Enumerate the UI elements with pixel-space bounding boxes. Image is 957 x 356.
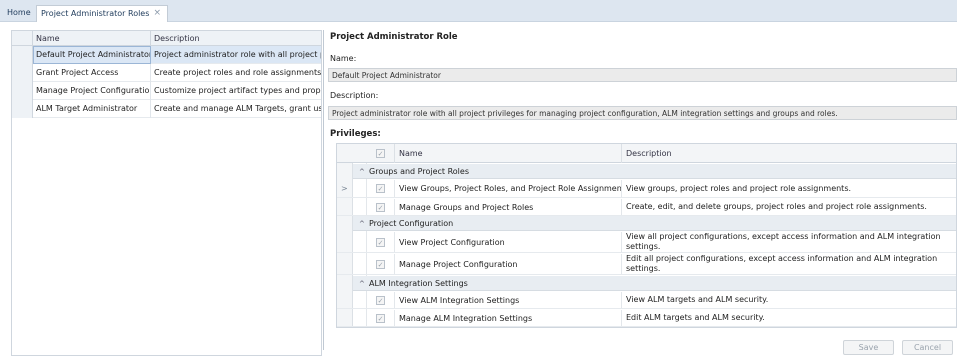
close-icon[interactable]: × — [153, 6, 161, 21]
role-description: Create and manage ALM Targets, grant use — [154, 104, 321, 113]
save-button[interactable]: Save — [843, 340, 894, 355]
privilege-description: Create, edit, and delete groups, project… — [626, 202, 927, 211]
role-name: Grant Project Access — [33, 64, 151, 82]
group-row-alm-integration-settings[interactable]: ^ ALM Integration Settings — [353, 276, 956, 292]
role-row[interactable]: ALM Target Administrator Create and mana… — [12, 100, 321, 118]
chevron-up-icon[interactable]: ^ — [359, 165, 369, 180]
tab-home[interactable]: Home — [3, 5, 35, 22]
current-row-indicator-icon: > — [341, 184, 348, 193]
detail-title: Project Administrator Role — [330, 32, 458, 42]
privilege-checkbox[interactable]: ✓ — [376, 314, 385, 323]
privilege-checkbox[interactable]: ✓ — [376, 203, 385, 212]
privilege-row[interactable]: ✓ View ALM Integration Settings View ALM… — [337, 292, 956, 309]
group-row-project-configuration[interactable]: ^ Project Configuration — [353, 216, 956, 232]
column-header-name[interactable]: Name — [395, 144, 622, 163]
privilege-checkbox[interactable]: ✓ — [376, 184, 385, 193]
role-row[interactable]: Manage Project Configuration Customize p… — [12, 82, 321, 100]
row-selector[interactable] — [12, 46, 33, 64]
name-field[interactable]: Default Project Administrator — [328, 68, 957, 82]
privilege-name: View Project Configuration — [395, 232, 622, 252]
select-all-cell: ✓ — [367, 144, 395, 163]
row-selector[interactable] — [12, 100, 33, 118]
privilege-description: View ALM targets and ALM security. — [626, 295, 769, 304]
row-selector-header — [12, 31, 33, 45]
tab-label: Project Administrator Roles — [41, 9, 150, 18]
checkbox-cell: ✓ — [367, 310, 395, 326]
privilege-description: View all project configurations, except … — [626, 232, 941, 251]
role-name: Manage Project Configuration — [33, 82, 151, 100]
group-row-groups-and-project-roles[interactable]: ^ Groups and Project Roles — [353, 164, 956, 180]
privilege-row[interactable]: ✓ Manage Project Configuration Edit all … — [337, 254, 956, 275]
privilege-name: View Groups, Project Roles, and Project … — [395, 180, 622, 197]
checkbox-cell: ✓ — [367, 292, 395, 308]
chevron-up-icon[interactable]: ^ — [359, 217, 369, 232]
privilege-name: Manage Project Configuration — [395, 254, 622, 274]
role-row[interactable]: Default Project Administrator Project ad… — [12, 46, 321, 64]
privilege-checkbox[interactable]: ✓ — [376, 260, 385, 269]
privilege-row[interactable]: ✓ Manage ALM Integration Settings Edit A… — [337, 310, 956, 327]
privileges-label: Privileges: — [330, 129, 381, 139]
description-field[interactable]: Project administrator role with all proj… — [328, 106, 957, 120]
privilege-checkbox[interactable]: ✓ — [376, 238, 385, 247]
column-header-name[interactable]: Name — [33, 31, 151, 46]
privilege-description: Edit ALM targets and ALM security. — [626, 313, 765, 322]
role-name: ALM Target Administrator — [33, 100, 151, 118]
group-label: Groups and Project Roles — [369, 167, 469, 176]
role-name: Default Project Administrator — [33, 46, 151, 64]
checkbox-cell: ✓ — [367, 199, 395, 215]
privilege-name: Manage Groups and Project Roles — [395, 199, 622, 215]
checkbox-cell: ✓ — [367, 254, 395, 274]
tab-project-administrator-roles[interactable]: Project Administrator Roles × — [36, 5, 168, 22]
privilege-row[interactable]: ✓ View Project Configuration View all pr… — [337, 232, 956, 253]
privilege-description: Edit all project configurations, except … — [626, 254, 938, 273]
panel-splitter[interactable] — [323, 30, 326, 350]
role-description: Project administrator role with all proj… — [154, 50, 321, 59]
privilege-checkbox[interactable]: ✓ — [376, 296, 385, 305]
checkbox-cell: ✓ — [367, 180, 395, 197]
column-header-description[interactable]: Description — [151, 31, 321, 46]
role-row[interactable]: Grant Project Access Create project role… — [12, 64, 321, 82]
select-all-checkbox[interactable]: ✓ — [376, 149, 385, 158]
privileges-grid-header: ✓ Name Description — [337, 144, 956, 163]
roles-grid: Name Description Default Project Adminis… — [11, 30, 322, 356]
group-label: Project Configuration — [369, 219, 454, 228]
privilege-row[interactable]: ✓ Manage Groups and Project Roles Create… — [337, 199, 956, 216]
tab-bar: Home Project Administrator Roles × — [0, 0, 957, 22]
privileges-grid: ✓ Name Description ^ Groups and Project R… — [336, 143, 957, 328]
chevron-up-icon[interactable]: ^ — [359, 277, 369, 292]
group-label: ALM Integration Settings — [369, 279, 468, 288]
role-description: Create project roles and role assignment… — [154, 68, 321, 77]
roles-grid-header: Name Description — [12, 31, 321, 46]
privilege-row[interactable]: > ✓ View Groups, Project Roles, and Proj… — [337, 180, 956, 198]
name-label: Name: — [330, 54, 357, 63]
privilege-name: View ALM Integration Settings — [395, 292, 622, 308]
role-description: Customize project artifact types and pro… — [154, 86, 321, 95]
column-header-description[interactable]: Description — [622, 144, 956, 163]
row-selector[interactable] — [12, 82, 33, 100]
privilege-name: Manage ALM Integration Settings — [395, 310, 622, 326]
privilege-description: View groups, project roles and project r… — [626, 183, 852, 193]
row-selector[interactable] — [12, 64, 33, 82]
description-label: Description: — [330, 91, 379, 100]
checkbox-cell: ✓ — [367, 232, 395, 252]
cancel-button[interactable]: Cancel — [902, 340, 953, 355]
